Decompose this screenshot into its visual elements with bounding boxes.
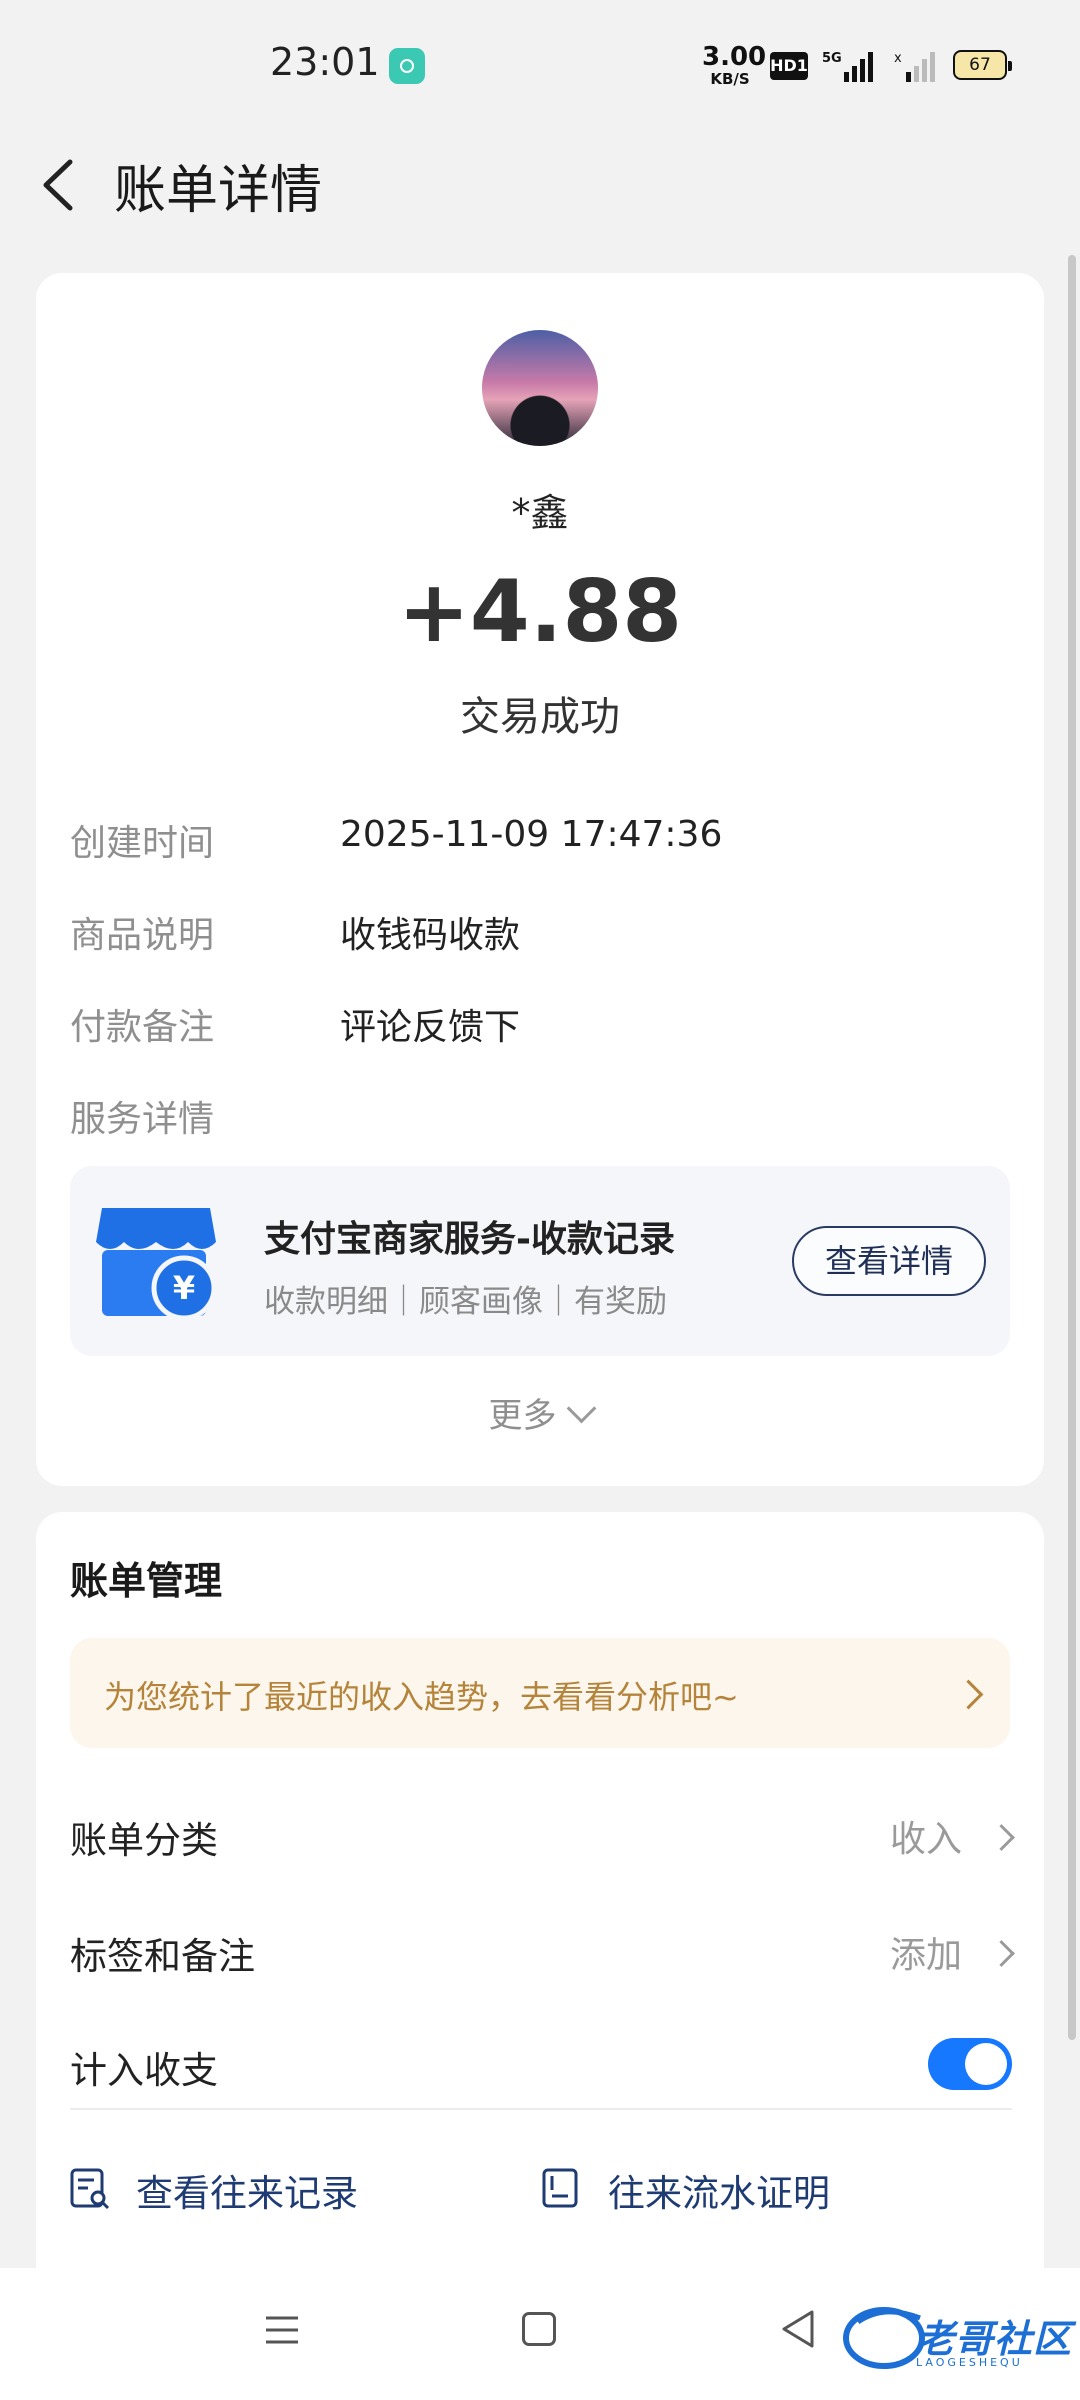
svg-text:¥: ¥ (173, 1269, 195, 1307)
service-details-label: 服务详情 (70, 1099, 215, 1140)
statement-icon[interactable] (538, 2166, 582, 2210)
service-title: 支付宝商家服务-收款记录 (264, 1219, 675, 1260)
product-desc-value: 收钱码收款 (340, 915, 521, 956)
divider (70, 2108, 1012, 2110)
network-speed-value: 3.00 (702, 42, 767, 72)
product-desc-label: 商品说明 (70, 915, 215, 956)
network-speed: 3.00 KB/S (702, 42, 767, 88)
status-time: 23:01 (270, 40, 380, 84)
payer-name: *鑫 (511, 491, 569, 535)
page-title: 账单详情 (114, 161, 323, 221)
home-icon[interactable] (522, 2312, 556, 2346)
more-link[interactable]: 更多 (0, 1388, 1080, 1437)
watermark-subtext: LAOGESHEQU (916, 2356, 1023, 2369)
chevron-left-icon[interactable] (36, 150, 86, 220)
bill-management-card (36, 1512, 1044, 2272)
created-time-label: 创建时间 (70, 823, 215, 864)
include-in-budget-toggle[interactable] (928, 2038, 1012, 2090)
chevron-down-icon (566, 1393, 596, 1424)
more-label: 更多 (488, 1396, 557, 1436)
svg-text:x: x (894, 51, 902, 66)
bill-management-title: 账单管理 (70, 1559, 223, 1603)
payment-note-value: 评论反馈下 (340, 1007, 521, 1048)
signal-weak-icon: x (894, 51, 935, 82)
include-in-budget-label: 计入收支 (70, 2049, 218, 2092)
toggle-knob (965, 2043, 1007, 2085)
shop-yuan-icon: ¥ (96, 1208, 217, 1321)
transaction-amount: +4.88 (397, 562, 683, 662)
watermark-text: 老哥社区 (916, 2317, 1073, 2361)
statement-proof-link[interactable]: 往来流水证明 (608, 2163, 830, 2217)
income-trend-tip: 为您统计了最近的收入趋势，去看看分析吧~ (104, 1678, 739, 1716)
network-speed-unit: KB/S (710, 70, 750, 88)
payment-note-label: 付款备注 (70, 1007, 215, 1048)
bill-category-value[interactable]: 收入 (890, 1810, 962, 1862)
svg-text:5G: 5G (822, 51, 842, 66)
transaction-status: 交易成功 (460, 694, 620, 740)
app-notification-icon (389, 48, 425, 84)
signal-5g-icon: 5G (822, 51, 873, 82)
bill-category-label[interactable]: 账单分类 (70, 1810, 218, 1864)
tags-notes-value[interactable]: 添加 (890, 1926, 962, 1978)
battery-icon: 67 (953, 50, 1012, 80)
records-search-icon[interactable] (68, 2166, 112, 2210)
view-details-button[interactable]: 查看详情 (792, 1226, 986, 1296)
tags-notes-label[interactable]: 标签和备注 (70, 1926, 255, 1980)
service-subtitle: 收款明细｜顾客画像｜有奖励 (264, 1284, 667, 1320)
view-records-link[interactable]: 查看往来记录 (136, 2163, 358, 2217)
back-triangle-icon[interactable] (778, 2308, 818, 2350)
created-time-value: 2025-11-09 17:47:36 (340, 814, 723, 855)
menu-icon[interactable] (262, 2310, 302, 2350)
hd-badge: HD1 (770, 52, 808, 80)
avatar[interactable] (482, 330, 598, 446)
